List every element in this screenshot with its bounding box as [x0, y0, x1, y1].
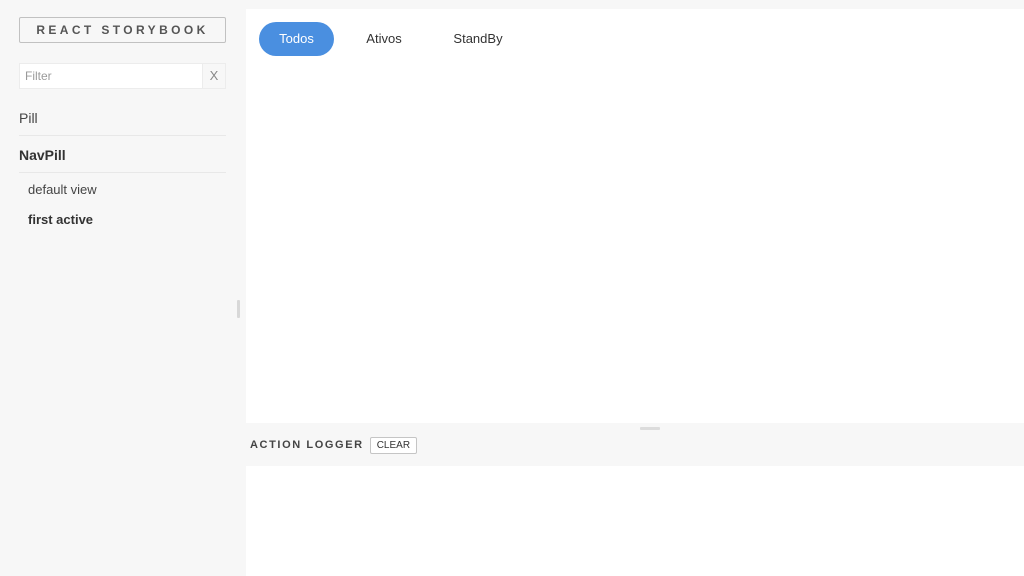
panel-resize-handle[interactable]	[640, 427, 660, 430]
filter-input[interactable]	[20, 64, 203, 88]
sidebar-resize-handle[interactable]	[237, 300, 240, 318]
action-logger-title: ACTION LOGGER	[250, 439, 364, 451]
kind-pill[interactable]: Pill	[19, 110, 226, 136]
storybook-brand-link[interactable]: REACT STORYBOOK	[19, 17, 226, 43]
kind-navpill[interactable]: NavPill	[19, 147, 226, 173]
action-logger-header: ACTION LOGGER CLEAR	[250, 436, 418, 454]
nav-pill-todos[interactable]: Todos	[259, 22, 334, 56]
clear-button[interactable]: CLEAR	[369, 436, 418, 454]
story-default-view[interactable]: default view	[28, 182, 97, 197]
sidebar: REACT STORYBOOK X Pill NavPill default v…	[0, 0, 240, 576]
filter-clear-button[interactable]: X	[202, 64, 225, 88]
filter-box: X	[19, 63, 226, 89]
preview-frame: Todos Ativos StandBy	[246, 9, 1024, 423]
nav-pill-standby[interactable]: StandBy	[438, 22, 518, 56]
action-logger-panel	[246, 466, 1024, 576]
story-first-active[interactable]: first active	[28, 212, 93, 227]
nav-pill-ativos[interactable]: Ativos	[349, 22, 419, 56]
storybook-app: REACT STORYBOOK X Pill NavPill default v…	[0, 0, 1024, 576]
